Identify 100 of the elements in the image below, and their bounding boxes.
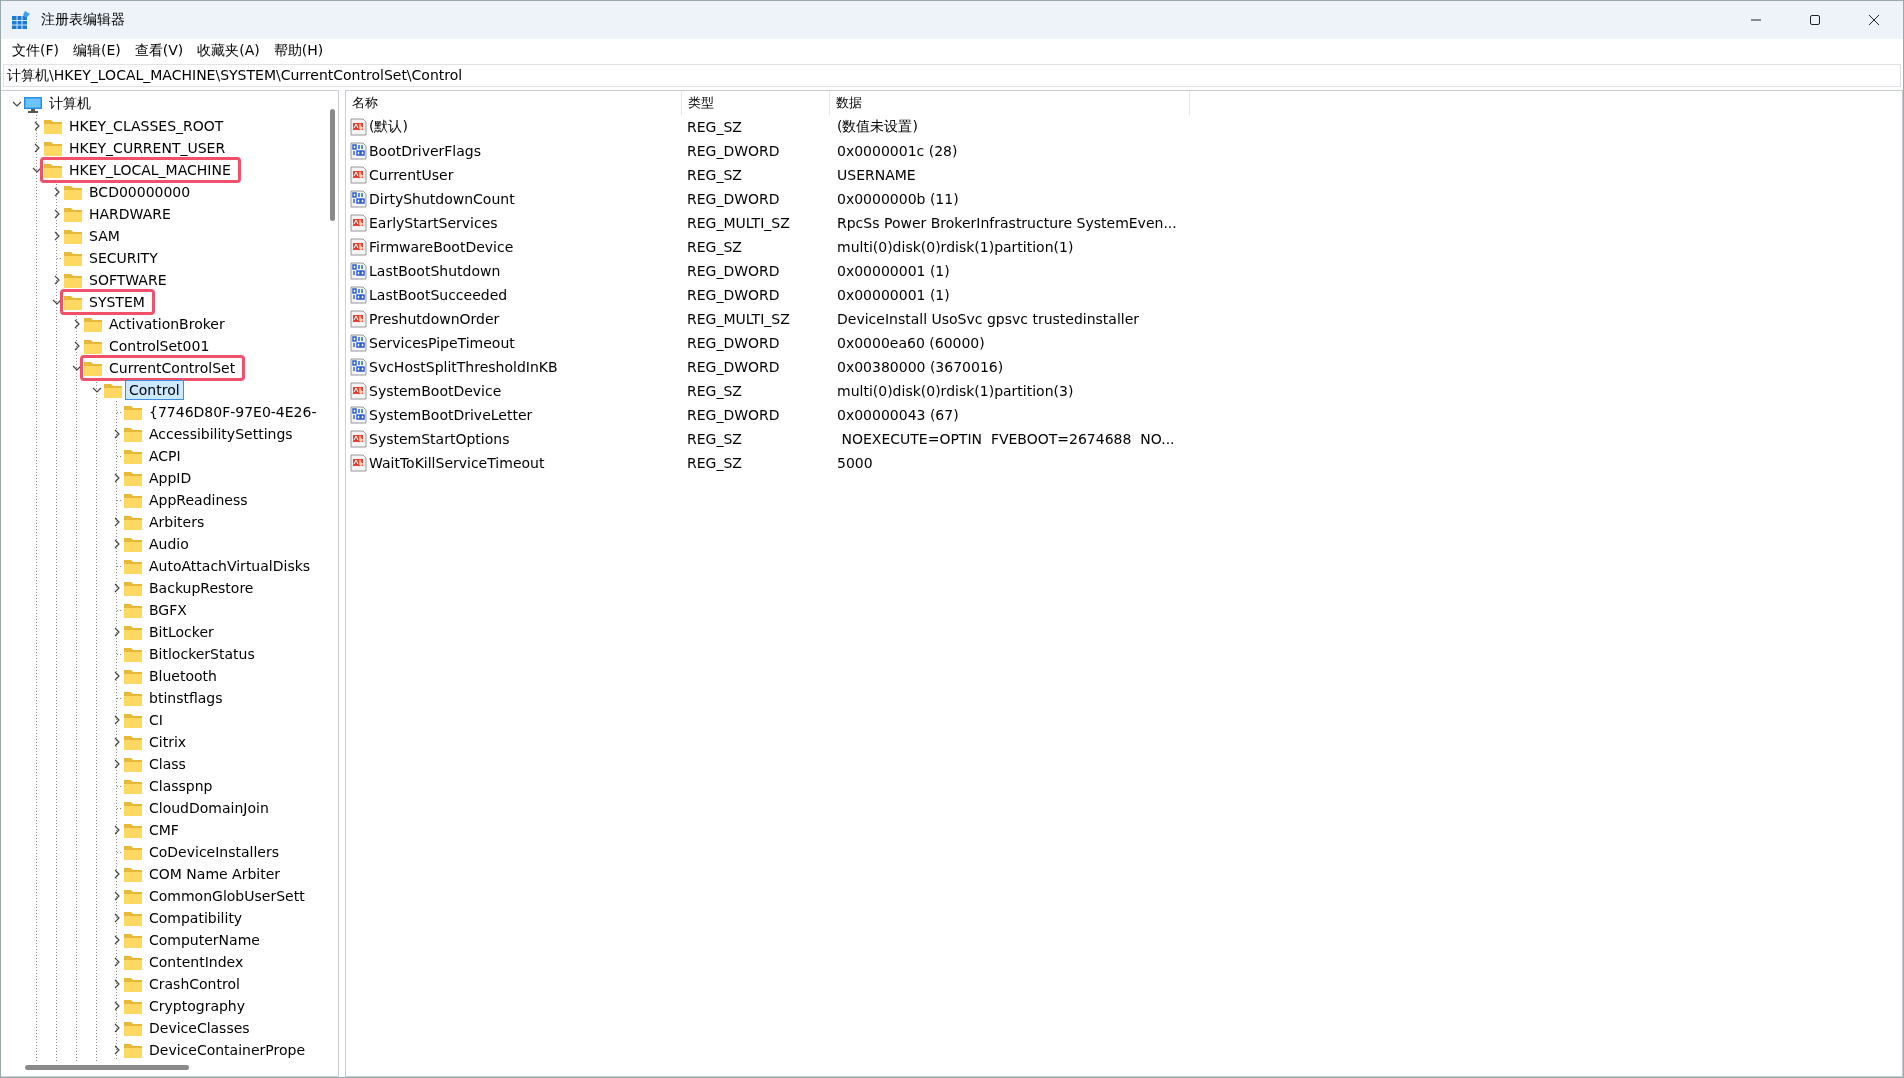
column-header[interactable]: 名称 (346, 91, 682, 115)
tree-node[interactable]: CMF (145, 820, 183, 840)
tree-node[interactable]: Cryptography (145, 996, 250, 1016)
tree-node[interactable]: btinstflags (145, 688, 227, 708)
folder-icon (63, 183, 83, 201)
binary-value-icon (350, 406, 367, 424)
tree-node[interactable]: ControlSet001 (105, 336, 214, 356)
app-icon (11, 10, 31, 30)
value-type: REG_DWORD (686, 191, 781, 207)
value-type: REG_SZ (686, 431, 743, 447)
tree-node[interactable]: BitlockerStatus (145, 644, 259, 664)
value-name[interactable]: WaitToKillServiceTimeout (369, 455, 545, 471)
value-data: (数值未设置) (836, 118, 919, 136)
folder-icon (123, 997, 143, 1015)
tree-node[interactable]: SECURITY (85, 248, 162, 268)
value-name[interactable]: EarlyStartServices (369, 215, 498, 231)
tree-node[interactable]: DeviceClasses (145, 1018, 254, 1038)
tree-node[interactable]: BCD00000000 (85, 182, 195, 202)
value-name[interactable]: CurrentUser (369, 167, 454, 183)
tree-node[interactable]: SYSTEM (85, 292, 149, 312)
value-type: REG_MULTI_SZ (686, 215, 791, 231)
tree-node[interactable]: CloudDomainJoin (145, 798, 273, 818)
tree-node[interactable]: ActivationBroker (105, 314, 229, 334)
tree-node[interactable]: HKEY_CURRENT_USER (65, 138, 230, 158)
tree-node[interactable]: Compatibility (145, 908, 247, 928)
value-data: 0x0000001c (28) (836, 143, 959, 159)
value-name[interactable]: (默认) (369, 118, 408, 136)
folder-icon (63, 249, 83, 267)
tree-node[interactable]: Control (125, 380, 184, 400)
folder-icon (123, 469, 143, 487)
tree-node[interactable]: Arbiters (145, 512, 209, 532)
tree-node[interactable]: AppID (145, 468, 196, 488)
value-name[interactable]: SystemBootDevice (369, 383, 502, 399)
column-header[interactable]: 数据 (830, 91, 1190, 115)
tree-node[interactable]: Audio (145, 534, 193, 554)
tree-node[interactable]: 计算机 (45, 93, 95, 115)
value-name[interactable]: ServicesPipeTimeout (369, 335, 515, 351)
folder-icon (83, 359, 103, 377)
scrollbar-thumb[interactable] (330, 109, 335, 221)
menu-item[interactable]: 帮助(H) (266, 40, 331, 62)
scrollbar-thumb[interactable] (25, 1065, 189, 1070)
tree-node[interactable]: CommonGlobUserSett (145, 886, 309, 906)
value-name[interactable]: SystemStartOptions (369, 431, 510, 447)
value-name[interactable]: FirmwareBootDevice (369, 239, 514, 255)
value-name[interactable]: LastBootSucceeded (369, 287, 508, 303)
value-type: REG_DWORD (686, 263, 781, 279)
window-title: 注册表编辑器 (41, 11, 125, 29)
tree-node[interactable]: {7746D80F-97E0-4E26- (145, 402, 321, 422)
tree-node[interactable]: HKEY_LOCAL_MACHINE (65, 160, 235, 180)
tree-node[interactable]: Classpnp (145, 776, 217, 796)
tree-node[interactable]: CurrentControlSet (105, 358, 240, 378)
folder-icon (123, 447, 143, 465)
close-icon (1867, 14, 1880, 26)
tree-node[interactable]: BitLocker (145, 622, 218, 642)
menu-item[interactable]: 收藏夹(A) (190, 40, 267, 62)
folder-icon (123, 425, 143, 443)
folder-icon (63, 205, 83, 223)
tree-node[interactable]: COM Name Arbiter (145, 864, 285, 884)
tree-node[interactable]: SAM (85, 226, 124, 246)
tree-node[interactable]: ContentIndex (145, 952, 248, 972)
binary-value-icon (350, 142, 367, 160)
folder-icon (123, 601, 143, 619)
value-name[interactable]: LastBootShutdown (369, 263, 501, 279)
tree-node[interactable]: AccessibilitySettings (145, 424, 297, 444)
tree-node[interactable]: SOFTWARE (85, 270, 171, 290)
folder-icon (103, 381, 123, 399)
value-name[interactable]: SystemBootDriveLetter (369, 407, 533, 423)
binary-value-icon (350, 334, 367, 352)
tree-node[interactable]: ComputerName (145, 930, 264, 950)
folder-icon (123, 645, 143, 663)
menu-item[interactable]: 编辑(E) (66, 40, 128, 62)
value-name[interactable]: SvcHostSplitThresholdInKB (369, 359, 558, 375)
tree-node[interactable]: Bluetooth (145, 666, 221, 686)
address-field[interactable]: 计算机\HKEY_LOCAL_MACHINE\SYSTEM\CurrentControlSet\Control (3, 64, 1901, 87)
tree-node[interactable]: HKEY_CLASSES_ROOT (65, 116, 228, 136)
tree-node[interactable]: Class (145, 754, 190, 774)
value-data: RpcSs Power BrokerInfrastructure SystemEven... (836, 215, 1178, 231)
folder-icon (43, 139, 63, 157)
value-name[interactable]: BootDriverFlags (369, 143, 481, 159)
tree-node[interactable]: Citrix (145, 732, 191, 752)
tree-node[interactable]: BackupRestore (145, 578, 258, 598)
tree-node[interactable]: CrashControl (145, 974, 244, 994)
tree-node[interactable]: BGFX (145, 600, 191, 620)
value-name[interactable]: DirtyShutdownCount (369, 191, 515, 207)
tree-node[interactable]: AutoAttachVirtualDisks (145, 556, 315, 576)
column-header[interactable]: 类型 (682, 91, 830, 115)
tree-node[interactable]: CoDeviceInstallers (145, 842, 284, 862)
tree-node[interactable]: ACPI (145, 446, 185, 466)
tree-node[interactable]: DeviceContainerPrope (145, 1040, 309, 1060)
string-value-icon (350, 238, 367, 256)
tree-node[interactable]: AppReadiness (145, 490, 252, 510)
folder-icon (123, 953, 143, 971)
menu-item[interactable]: 文件(F) (5, 40, 66, 62)
string-value-icon (350, 430, 367, 448)
folder-icon (123, 755, 143, 773)
tree-node[interactable]: CI (145, 710, 167, 730)
menu-item[interactable]: 查看(V) (127, 40, 191, 62)
tree-node[interactable]: HARDWARE (85, 204, 175, 224)
value-name[interactable]: PreshutdownOrder (369, 311, 500, 327)
folder-icon (123, 1041, 143, 1059)
